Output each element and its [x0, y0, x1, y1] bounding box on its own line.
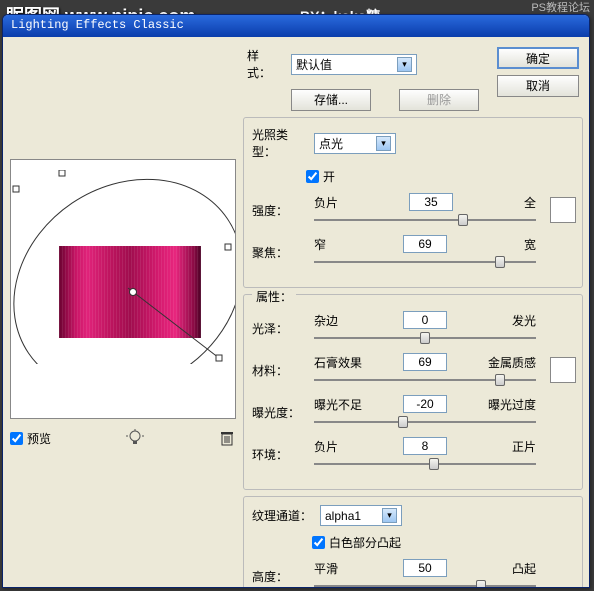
focus-label: 聚焦： [252, 244, 306, 261]
exposure-label: 曝光度： [252, 404, 306, 421]
light-type-select[interactable]: 点光▾ [314, 133, 396, 154]
focus-input[interactable] [403, 235, 447, 253]
cancel-button[interactable]: 取消 [497, 75, 579, 97]
material-slider[interactable] [314, 373, 536, 387]
preview-box[interactable] [10, 159, 236, 419]
light-type-fieldset: 光照类型： 点光▾ 开 强度： 负片 全 [243, 117, 583, 288]
light-type-label: 光照类型： [252, 126, 306, 160]
white-high-label: 白色部分凸起 [329, 534, 401, 551]
material-input[interactable] [403, 353, 447, 371]
properties-title: 属性： [252, 288, 296, 305]
light-on-label: 开 [323, 168, 335, 185]
texture-fieldset: 纹理通道： alpha1▾ 白色部分凸起 高度： 平滑 凸起 [243, 496, 583, 588]
dialog-titlebar[interactable]: Lighting Effects Classic [3, 15, 589, 37]
gloss-label: 光泽： [252, 320, 306, 337]
style-select[interactable]: 默认值▾ [291, 54, 417, 75]
exposure-slider[interactable] [314, 415, 536, 429]
material-label: 材料： [252, 362, 306, 379]
properties-fieldset: 属性： 光泽： 杂边 发光 材料： [243, 294, 583, 490]
save-button[interactable]: 存储... [291, 89, 371, 111]
gloss-input[interactable] [403, 311, 447, 329]
light-color-swatch[interactable] [550, 197, 576, 223]
ok-button[interactable]: 确定 [497, 47, 579, 69]
height-slider[interactable] [314, 579, 536, 588]
light-on-checkbox[interactable]: 开 [306, 168, 576, 185]
gloss-slider[interactable] [314, 331, 536, 345]
texture-channel-label: 纹理通道： [252, 507, 312, 524]
preview-panel: 预览 [9, 45, 237, 588]
intensity-input[interactable] [409, 193, 453, 211]
height-label: 高度： [252, 568, 306, 585]
lightbulb-icon[interactable] [126, 429, 144, 447]
texture-channel-select[interactable]: alpha1▾ [320, 505, 402, 526]
delete-button: 删除 [399, 89, 479, 111]
white-high-checkbox[interactable]: 白色部分凸起 [312, 534, 576, 551]
height-input[interactable] [403, 559, 447, 577]
ambience-slider[interactable] [314, 457, 536, 471]
lighting-effects-dialog: Lighting Effects Classic [2, 14, 590, 588]
ambience-color-swatch[interactable] [550, 357, 576, 383]
light-center-handle[interactable] [129, 288, 137, 296]
intensity-slider[interactable] [314, 213, 536, 227]
exposure-input[interactable] [403, 395, 447, 413]
ambience-label: 环境： [252, 446, 306, 463]
chevron-down-icon: ▾ [382, 508, 397, 523]
ambience-input[interactable] [403, 437, 447, 455]
intensity-label: 强度： [252, 202, 306, 219]
chevron-down-icon: ▾ [376, 136, 391, 151]
chevron-down-icon: ▾ [397, 57, 412, 72]
light-ellipse[interactable] [11, 170, 235, 364]
preview-checkbox[interactable]: 预览 [10, 430, 51, 447]
preview-label: 预览 [27, 430, 51, 447]
trash-icon[interactable] [218, 429, 236, 447]
style-label: 样式： [247, 47, 281, 81]
focus-slider[interactable] [314, 255, 536, 269]
